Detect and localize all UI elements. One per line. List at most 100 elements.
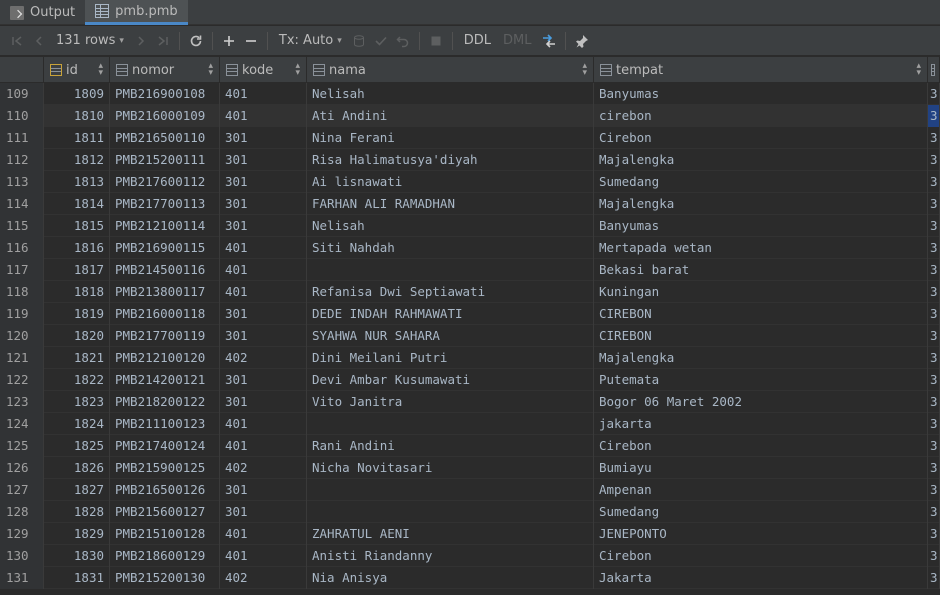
cell-kode[interactable]: 401 (220, 105, 307, 127)
table-row[interactable]: 129 1829 PMB215100128 401 ZAHRATUL AENI JENEP… (0, 523, 940, 545)
cell-tempat[interactable]: Ampenan (594, 479, 928, 501)
db-commit-button[interactable] (348, 30, 370, 52)
cell-kode[interactable]: 401 (220, 435, 307, 457)
cell-nomor[interactable]: PMB216000109 (110, 105, 220, 127)
cell-kode[interactable]: 401 (220, 83, 307, 105)
cell-nomor[interactable]: PMB216500126 (110, 479, 220, 501)
table-row[interactable]: 126 1826 PMB215900125 402 Nicha Novitasari Bu… (0, 457, 940, 479)
cell-id[interactable]: 1817 (44, 259, 110, 281)
row-count-dropdown[interactable]: 131 rows ▾ (50, 30, 130, 52)
cell-nomor[interactable]: PMB217700119 (110, 325, 220, 347)
cell-tempat[interactable]: jakarta (594, 413, 928, 435)
cell-nama[interactable]: ZAHRATUL AENI (307, 523, 594, 545)
cell-id[interactable]: 1809 (44, 83, 110, 105)
pin-tab-button[interactable] (571, 30, 593, 52)
column-header-kode[interactable]: kode ▴ ▾ (220, 57, 307, 83)
table-row[interactable]: 113 1813 PMB217600112 301 Ai lisnawati Sumeda… (0, 171, 940, 193)
dml-button[interactable]: DML (497, 30, 537, 52)
cell-kode[interactable]: 301 (220, 325, 307, 347)
cell-id[interactable]: 1824 (44, 413, 110, 435)
table-row[interactable]: 125 1825 PMB217400124 401 Rani Andini Cirebon… (0, 435, 940, 457)
reload-button[interactable] (185, 30, 207, 52)
cell-next[interactable]: 3 (928, 149, 940, 171)
cell-kode[interactable]: 301 (220, 193, 307, 215)
cell-kode[interactable]: 402 (220, 567, 307, 589)
cell-kode[interactable]: 301 (220, 127, 307, 149)
cell-nomor[interactable]: PMB213800117 (110, 281, 220, 303)
transaction-mode-dropdown[interactable]: Tx: Auto ▾ (273, 30, 348, 52)
cell-id[interactable]: 1826 (44, 457, 110, 479)
cell-next[interactable]: 3 (928, 347, 940, 369)
cell-tempat[interactable]: JENEPONTO (594, 523, 928, 545)
cell-id[interactable]: 1815 (44, 215, 110, 237)
prev-page-button[interactable] (28, 30, 50, 52)
cell-tempat[interactable]: Cirebon (594, 435, 928, 457)
cell-next[interactable]: 3 (928, 369, 940, 391)
cell-kode[interactable]: 301 (220, 391, 307, 413)
table-row[interactable]: 123 1823 PMB218200122 301 Vito Janitra Bogor … (0, 391, 940, 413)
cell-nomor[interactable]: PMB216900108 (110, 83, 220, 105)
cell-kode[interactable]: 301 (220, 479, 307, 501)
rollback-button[interactable] (392, 30, 414, 52)
last-page-button[interactable] (152, 30, 174, 52)
cell-kode[interactable]: 401 (220, 259, 307, 281)
column-header-nomor[interactable]: nomor ▴ ▾ (110, 57, 220, 83)
cell-nomor[interactable]: PMB216000118 (110, 303, 220, 325)
cell-id[interactable]: 1827 (44, 479, 110, 501)
cell-nama[interactable] (307, 479, 594, 501)
cell-next[interactable]: 3 (928, 391, 940, 413)
cell-nomor[interactable]: PMB215200130 (110, 567, 220, 589)
cell-id[interactable]: 1820 (44, 325, 110, 347)
cell-nomor[interactable]: PMB215100128 (110, 523, 220, 545)
cell-nomor[interactable]: PMB216500110 (110, 127, 220, 149)
cell-kode[interactable]: 402 (220, 347, 307, 369)
cell-nomor[interactable]: PMB212100114 (110, 215, 220, 237)
table-row[interactable]: 119 1819 PMB216000118 301 DEDE INDAH RAHMAWA… (0, 303, 940, 325)
cell-id[interactable]: 1814 (44, 193, 110, 215)
table-row[interactable]: 109 1809 PMB216900108 401 Nelisah Banyumas 3 (0, 83, 940, 105)
cell-next[interactable]: 3 (928, 545, 940, 567)
cell-kode[interactable]: 301 (220, 171, 307, 193)
cell-nama[interactable]: Dini Meilani Putri (307, 347, 594, 369)
cell-kode[interactable]: 401 (220, 237, 307, 259)
cell-nomor[interactable]: PMB216900115 (110, 237, 220, 259)
cell-next[interactable]: 3 (928, 413, 940, 435)
cell-nama[interactable]: Nicha Novitasari (307, 457, 594, 479)
cell-nomor[interactable]: PMB217400124 (110, 435, 220, 457)
cell-nama[interactable]: DEDE INDAH RAHMAWATI (307, 303, 594, 325)
cell-tempat[interactable]: Jakarta (594, 567, 928, 589)
cell-next[interactable]: 3 (928, 567, 940, 589)
cell-id[interactable]: 1811 (44, 127, 110, 149)
cell-id[interactable]: 1810 (44, 105, 110, 127)
cell-id[interactable]: 1825 (44, 435, 110, 457)
first-page-button[interactable] (6, 30, 28, 52)
cell-nama[interactable]: Siti Nahdah (307, 237, 594, 259)
table-row[interactable]: 128 1828 PMB215600127 301 Sumedang 3 (0, 501, 940, 523)
cell-next[interactable]: 3 (928, 479, 940, 501)
cell-nomor[interactable]: PMB214200121 (110, 369, 220, 391)
cell-next[interactable]: 3 (928, 193, 940, 215)
cell-id[interactable]: 1823 (44, 391, 110, 413)
cell-nama[interactable]: Nina Ferani (307, 127, 594, 149)
cell-nomor[interactable]: PMB217600112 (110, 171, 220, 193)
table-row[interactable]: 130 1830 PMB218600129 401 Anisti Riandanny Ci… (0, 545, 940, 567)
cell-next[interactable]: 3 (928, 281, 940, 303)
cell-id[interactable]: 1830 (44, 545, 110, 567)
cell-next[interactable]: 3 (928, 171, 940, 193)
compare-button[interactable] (538, 30, 560, 52)
cell-nomor[interactable]: PMB215200111 (110, 149, 220, 171)
cell-id[interactable]: 1812 (44, 149, 110, 171)
table-row[interactable]: 115 1815 PMB212100114 301 Nelisah Banyumas 3 (0, 215, 940, 237)
cell-nomor[interactable]: PMB218200122 (110, 391, 220, 413)
cell-next[interactable]: 3 (928, 83, 940, 105)
sort-arrows-icon[interactable]: ▴ ▾ (208, 62, 213, 78)
cell-next[interactable]: 3 (928, 501, 940, 523)
column-header-next[interactable] (928, 57, 940, 83)
cell-id[interactable]: 1821 (44, 347, 110, 369)
tab-pmb[interactable]: pmb.pmb (85, 0, 188, 25)
cell-nama[interactable] (307, 259, 594, 281)
cell-nama[interactable]: Vito Janitra (307, 391, 594, 413)
cell-next[interactable]: 3 (928, 127, 940, 149)
cell-tempat[interactable]: Majalengka (594, 149, 928, 171)
cell-tempat[interactable]: CIREBON (594, 325, 928, 347)
